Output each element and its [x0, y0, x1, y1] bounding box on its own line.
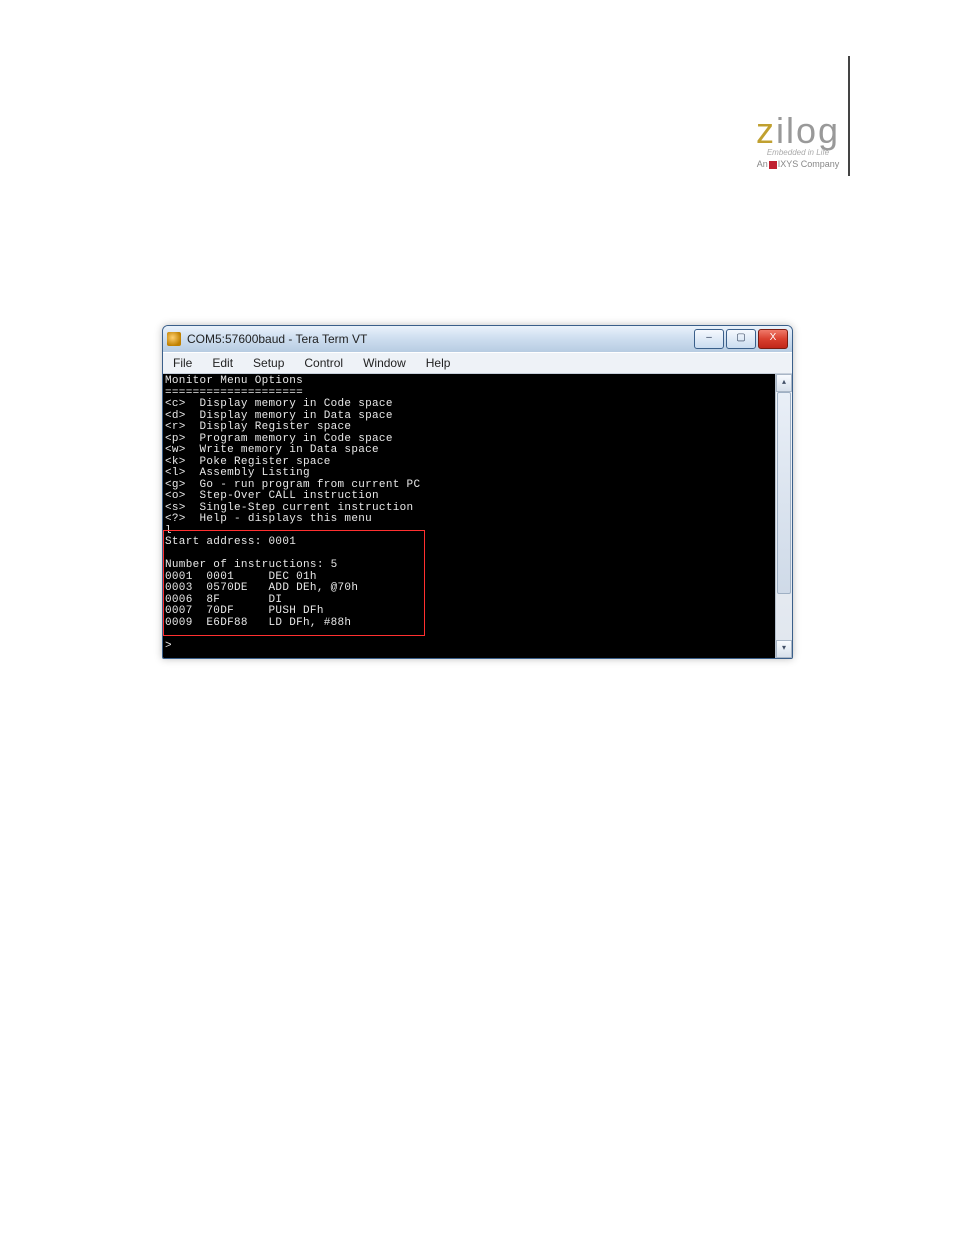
close-button[interactable]: X [758, 329, 788, 349]
menu-window[interactable]: Window [359, 355, 410, 371]
menu-edit[interactable]: Edit [208, 355, 237, 371]
menu-setup[interactable]: Setup [249, 355, 288, 371]
menu-control[interactable]: Control [300, 355, 347, 371]
logo-tagline-1: Embedded in Life [756, 148, 840, 157]
maximize-button[interactable]: ▢ [726, 329, 756, 349]
logo-square-icon [769, 161, 777, 169]
vertical-scrollbar[interactable]: ▴ ▾ [775, 374, 792, 658]
window-title: COM5:57600baud - Tera Term VT [187, 332, 692, 346]
page-right-edge [848, 56, 850, 176]
terminal-window: COM5:57600baud - Tera Term VT – ▢ X File… [162, 325, 793, 659]
menubar: File Edit Setup Control Window Help [163, 352, 792, 374]
menu-help[interactable]: Help [422, 355, 455, 371]
terminal-wrap: Monitor Menu Options ===================… [163, 374, 792, 658]
window-controls: – ▢ X [692, 329, 788, 349]
menu-file[interactable]: File [169, 355, 196, 371]
scroll-down-button[interactable]: ▾ [776, 640, 792, 658]
terminal-output[interactable]: Monitor Menu Options ===================… [163, 374, 792, 658]
brand-logo: zilog Embedded in Life AnIXYS Company [756, 110, 840, 169]
minimize-button[interactable]: – [694, 329, 724, 349]
logo-tagline-2: AnIXYS Company [756, 159, 840, 169]
scroll-thumb[interactable] [777, 392, 791, 594]
app-icon [167, 332, 181, 346]
scroll-up-button[interactable]: ▴ [776, 374, 792, 392]
logo-wordmark: zilog [756, 110, 840, 152]
window-titlebar[interactable]: COM5:57600baud - Tera Term VT – ▢ X [163, 326, 792, 352]
